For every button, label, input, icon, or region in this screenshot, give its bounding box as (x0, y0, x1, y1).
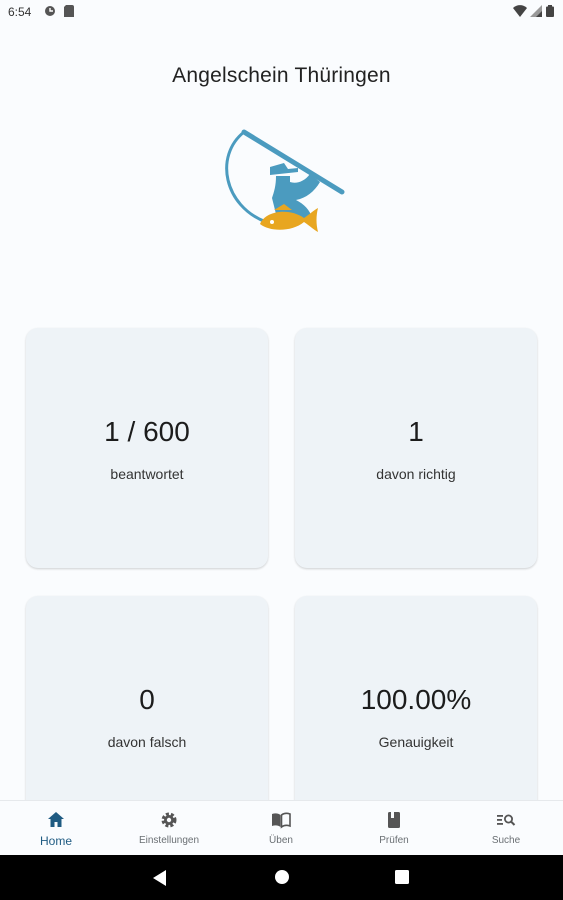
angler-logo-icon (225, 129, 345, 232)
back-icon[interactable] (153, 870, 167, 886)
stat-value: 100.00% (360, 684, 472, 715)
recents-icon[interactable] (395, 870, 409, 884)
stat-label: beantwortet (110, 466, 184, 482)
nav-item-home[interactable]: Home (0, 801, 112, 856)
nav-item-practice[interactable]: Üben (225, 801, 337, 856)
book-closed-icon (388, 812, 400, 828)
nav-label: Prüfen (379, 835, 409, 846)
book-open-icon (272, 812, 291, 829)
nav-label: Einstellungen (138, 835, 200, 846)
nav-item-search[interactable]: Suche (450, 801, 562, 856)
nav-label: Üben (269, 835, 293, 846)
page-title: Angelschein Thüringen (172, 64, 391, 87)
stat-label: Genauigkeit (378, 734, 454, 750)
system-navigation-bar (0, 855, 563, 900)
stat-card-answered: 1 / 600 beantwortet (26, 328, 268, 568)
search-list-icon (497, 814, 516, 826)
sync-icon (45, 6, 55, 16)
stat-card-correct: 1 davon richtig (295, 328, 537, 568)
stat-value: 1 / 600 (104, 416, 190, 447)
home-circle-icon[interactable] (275, 870, 289, 884)
bottom-navigation: Home Einstellungen Üben Prüfen Suche (0, 800, 563, 856)
stat-label: davon richtig (376, 466, 456, 482)
stat-value: 1 (408, 416, 424, 447)
nav-label: Suche (491, 835, 521, 846)
gear-icon (161, 812, 177, 828)
nav-item-exam[interactable]: Prüfen (338, 801, 450, 856)
signal-icon (530, 5, 542, 17)
sd-card-icon (64, 5, 74, 17)
nav-item-settings[interactable]: Einstellungen (113, 801, 225, 856)
battery-icon (546, 5, 554, 17)
stat-label: davon falsch (107, 734, 187, 750)
nav-label: Home (39, 834, 72, 848)
status-time: 6:54 (8, 5, 32, 19)
stat-value: 0 (139, 684, 155, 715)
home-icon (48, 812, 64, 827)
status-bar: 6:54 (0, 0, 563, 24)
wifi-icon (513, 5, 527, 17)
